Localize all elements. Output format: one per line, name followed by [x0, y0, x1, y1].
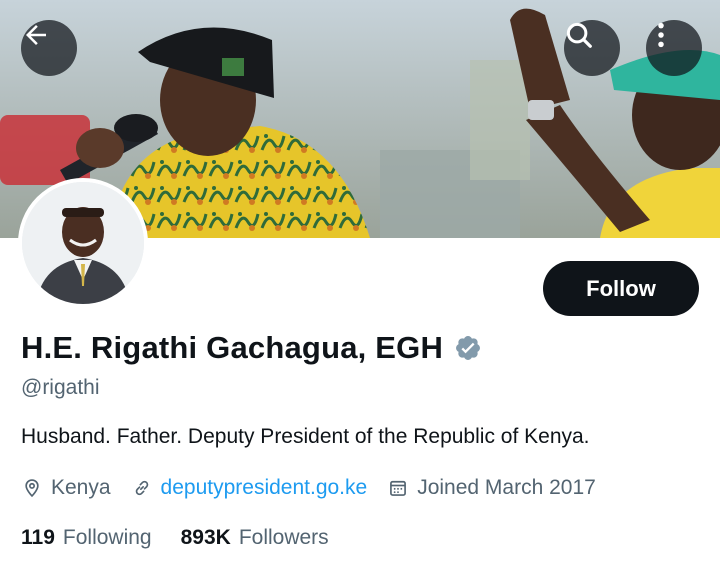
website-item[interactable]: deputypresident.go.ke	[131, 476, 368, 500]
location-pin-icon	[21, 477, 43, 499]
profile-meta: Kenya deputypresident.go.ke Joined March…	[21, 476, 596, 500]
location-item: Kenya	[21, 476, 111, 500]
followers-label: Followers	[238, 526, 329, 549]
calendar-icon	[387, 477, 409, 499]
follow-stats: 119 Following 893K Followers	[21, 526, 329, 550]
back-button[interactable]	[21, 20, 77, 76]
link-icon	[131, 477, 153, 499]
following-label: Following	[62, 526, 152, 549]
followers-stat[interactable]: 893K Followers	[181, 526, 329, 550]
follow-button[interactable]: Follow	[543, 261, 699, 316]
profile-bio: Husband. Father. Deputy President of the…	[21, 425, 590, 448]
arrow-left-icon	[26, 25, 46, 45]
display-name: H.E. Rigathi Gachagua, EGH	[21, 330, 444, 365]
followers-count: 893K	[180, 526, 231, 549]
following-count: 119	[21, 526, 55, 549]
more-vertical-icon	[658, 22, 664, 48]
name-row: H.E. Rigathi Gachagua, EGH	[21, 330, 483, 366]
website-link[interactable]: deputypresident.go.ke	[161, 476, 368, 500]
search-icon	[566, 22, 592, 48]
joined-text: Joined March 2017	[417, 476, 596, 499]
more-options-button[interactable]	[646, 20, 702, 76]
following-stat[interactable]: 119 Following	[21, 526, 152, 550]
user-handle: @rigathi	[21, 376, 100, 399]
search-button[interactable]	[564, 20, 620, 76]
joined-item: Joined March 2017	[387, 476, 596, 500]
profile-avatar[interactable]	[18, 178, 148, 308]
verified-badge-icon[interactable]	[453, 333, 483, 363]
location-text: Kenya	[51, 476, 111, 499]
avatar-photo	[22, 182, 144, 304]
